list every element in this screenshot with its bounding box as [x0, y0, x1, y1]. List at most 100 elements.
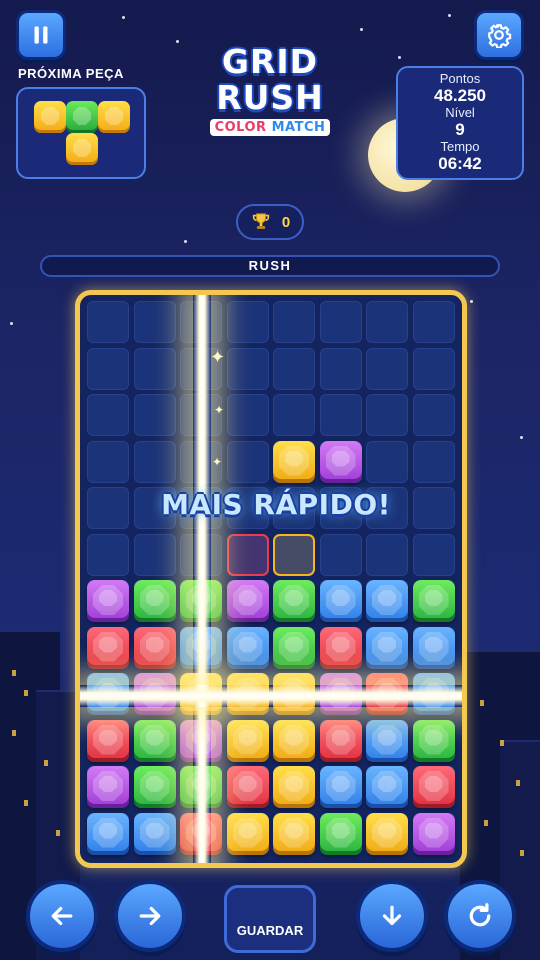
- ghost-cell: [226, 533, 269, 576]
- points-value: 48.250: [434, 86, 486, 105]
- sparkle-icon: ✦: [210, 347, 226, 368]
- stacked-gem: [133, 719, 176, 762]
- board-cell: [273, 394, 315, 436]
- next-gem: [98, 101, 130, 133]
- board-cell: [366, 440, 408, 483]
- stacked-gem: [226, 626, 269, 669]
- board-cell: [87, 301, 129, 343]
- stacked-gem: [133, 812, 176, 855]
- board-cell: [412, 394, 455, 436]
- arrow-right-icon: [139, 906, 161, 926]
- sparkle-icon: ✦: [212, 455, 223, 469]
- stacked-gem: [273, 719, 315, 762]
- stacked-gem: [319, 719, 362, 762]
- stacked-gem: [87, 812, 129, 855]
- move-right-button[interactable]: [114, 880, 186, 952]
- mode-bar: RUSH: [40, 255, 500, 277]
- next-gem: [66, 101, 98, 133]
- falling-gem: [273, 440, 315, 483]
- ghost-cell: [273, 533, 315, 576]
- stacked-gem: [226, 812, 269, 855]
- level-value: 9: [455, 120, 465, 139]
- stacked-gem: [319, 626, 362, 669]
- board-cell: [412, 440, 455, 483]
- board-cell: [87, 440, 129, 483]
- game-board[interactable]: ✦ ✦ ✦ MAIS RÁPIDO!: [75, 290, 467, 868]
- level-label: Nível: [445, 105, 475, 120]
- stacked-gem: [366, 626, 408, 669]
- board-cell: [319, 533, 362, 576]
- arrow-left-icon: [51, 906, 73, 926]
- time-label: Tempo: [440, 139, 480, 154]
- board-cell: [87, 394, 129, 436]
- falling-gem: [319, 440, 362, 483]
- stacked-gem: [87, 766, 129, 808]
- board-cell: [133, 394, 176, 436]
- next-gem: [66, 133, 98, 165]
- stacked-gem: [226, 719, 269, 762]
- stacked-gem: [133, 626, 176, 669]
- arrow-down-icon: [382, 905, 402, 926]
- stacked-gem: [366, 719, 408, 762]
- stacked-gem: [412, 580, 455, 622]
- board-cell: [366, 347, 408, 390]
- trophy-icon: [252, 213, 269, 229]
- stacked-gem: [366, 812, 408, 855]
- next-piece-preview: [16, 87, 146, 179]
- board-cell: [226, 347, 269, 390]
- stacked-gem: [133, 766, 176, 808]
- board-cell: [133, 301, 176, 343]
- rotate-button[interactable]: [444, 880, 516, 952]
- board-cell: [226, 440, 269, 483]
- stacked-gem: [226, 580, 269, 622]
- move-left-button[interactable]: [26, 880, 98, 952]
- stacked-gem: [319, 580, 362, 622]
- board-cell: [319, 347, 362, 390]
- sparkle-icon: ✦: [214, 403, 225, 417]
- board-cell: [412, 533, 455, 576]
- stacked-gem: [87, 626, 129, 669]
- mode-label: RUSH: [248, 258, 292, 273]
- line-clear-beam-horizontal: [80, 685, 462, 707]
- hold-piece-label: GUARDAR: [236, 923, 304, 938]
- settings-button[interactable]: [474, 10, 524, 60]
- game-logo: GRID RUSH COLOR MATCH: [195, 44, 345, 136]
- board-cell: [133, 533, 176, 576]
- line-clear-beam-vertical: [193, 295, 211, 863]
- next-piece-label: PRÓXIMA PEÇA: [18, 66, 124, 81]
- board-cell: [412, 301, 455, 343]
- stacked-gem: [87, 719, 129, 762]
- pause-button[interactable]: [16, 10, 66, 60]
- points-label: Pontos: [439, 71, 481, 86]
- board-cell: [87, 533, 129, 576]
- board-cell: [366, 533, 408, 576]
- board-cell: [273, 301, 315, 343]
- board-cell: [273, 347, 315, 390]
- board-cell: [133, 347, 176, 390]
- rotate-icon: [469, 903, 491, 927]
- logo-subtitle-b: MATCH: [271, 120, 326, 135]
- stacked-gem: [226, 766, 269, 808]
- trophy-count: 0: [281, 213, 291, 231]
- stacked-gem: [412, 626, 455, 669]
- board-cell: [133, 440, 176, 483]
- stacked-gem: [273, 766, 315, 808]
- stacked-gem: [319, 766, 362, 808]
- stacked-gem: [366, 580, 408, 622]
- stacked-gem: [366, 766, 408, 808]
- board-cell: [226, 394, 269, 436]
- pause-icon: [34, 26, 48, 44]
- trophy-counter: 0: [236, 204, 304, 240]
- drop-down-button[interactable]: [356, 880, 428, 952]
- stats-panel: Pontos 48.250 Nível 9 Tempo 06:42: [396, 66, 524, 180]
- board-cell: [87, 347, 129, 390]
- stacked-gem: [319, 812, 362, 855]
- logo-subtitle: COLOR MATCH: [209, 119, 331, 136]
- board-cell: [226, 301, 269, 343]
- board-cell: [319, 301, 362, 343]
- next-gem: [34, 101, 66, 133]
- hold-piece-button[interactable]: GUARDAR: [224, 885, 316, 953]
- logo-line1: GRID: [221, 42, 319, 81]
- stacked-gem: [412, 719, 455, 762]
- board-cell: [412, 347, 455, 390]
